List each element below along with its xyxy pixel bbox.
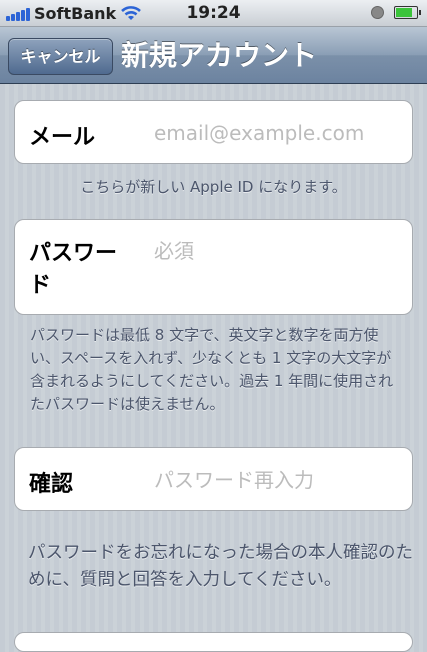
battery-level: [396, 8, 412, 17]
confirm-label: 確認: [29, 472, 74, 497]
battery-icon: [394, 6, 421, 19]
confirm-password-field[interactable]: [154, 467, 404, 493]
password-cell[interactable]: パスワード: [14, 219, 413, 315]
status-bar: SoftBank 19:24: [0, 0, 427, 27]
email-field[interactable]: [154, 120, 404, 146]
cancel-button[interactable]: キャンセル: [8, 38, 113, 75]
navigation-bar: キャンセル 新規アカウント: [0, 27, 427, 84]
password-label: パスワード: [29, 241, 118, 298]
security-question-cell[interactable]: [14, 632, 413, 652]
status-time: 19:24: [186, 3, 241, 23]
confirm-password-cell[interactable]: 確認: [14, 447, 413, 511]
email-note: こちらが新しい Apple ID になります。: [80, 178, 347, 196]
password-note: パスワードは最低 8 文字で、英文字と数字を両方使い、スペースを入れず、少なくと…: [30, 326, 394, 413]
page-title: 新規アカウント: [121, 39, 318, 72]
email-cell[interactable]: メール: [14, 100, 413, 164]
security-question-note: パスワードをお忘れになった場合の本人確認のために、質問と回答を入力してください。: [28, 543, 413, 590]
rotation-lock-icon: [371, 6, 384, 19]
password-field[interactable]: [154, 238, 404, 264]
email-label: メール: [29, 125, 96, 150]
